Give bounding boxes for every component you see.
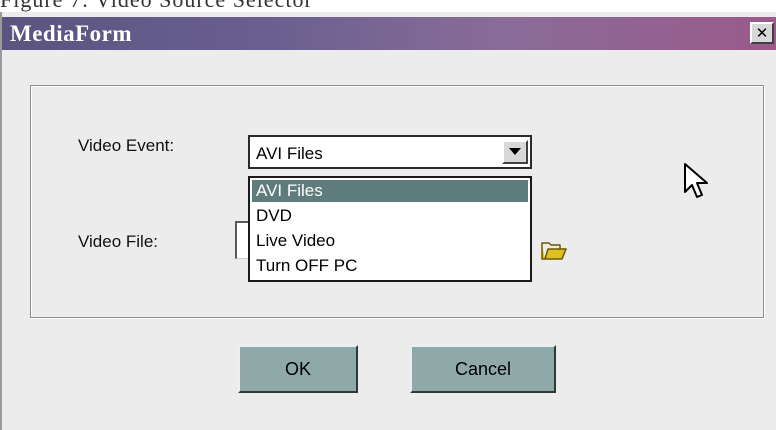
- mouse-pointer-icon: [684, 163, 708, 198]
- title-bar[interactable]: MediaForm ✕: [2, 17, 776, 50]
- figure-caption: Figure 7: Video Source Selector: [0, 0, 776, 12]
- video-event-combobox[interactable]: AVI Files: [248, 135, 532, 169]
- folder-open-icon[interactable]: [540, 240, 568, 262]
- video-event-selected-value: AVI Files: [256, 144, 323, 163]
- screenshot: Figure 7: Video Source Selector MediaFor…: [0, 0, 776, 430]
- dropdown-option-dvd[interactable]: DVD: [252, 205, 528, 227]
- chevron-down-icon: [509, 148, 521, 155]
- window-title: MediaForm: [10, 21, 133, 46]
- dropdown-option-live-video[interactable]: Live Video: [252, 230, 528, 252]
- media-form-window: MediaForm ✕ Video Event: Video File: AVI…: [0, 12, 776, 430]
- dropdown-arrow-button[interactable]: [502, 140, 528, 164]
- video-event-dropdown-list[interactable]: AVI Files DVD Live Video Turn OFF PC: [248, 176, 532, 282]
- cancel-button[interactable]: Cancel: [410, 345, 556, 393]
- close-button[interactable]: ✕: [750, 22, 774, 44]
- video-event-label: Video Event:: [78, 136, 175, 155]
- ok-button[interactable]: OK: [238, 345, 358, 393]
- close-icon: ✕: [755, 24, 769, 42]
- dropdown-option-avi-files[interactable]: AVI Files: [252, 180, 528, 202]
- video-file-label: Video File:: [78, 232, 159, 251]
- dropdown-option-turn-off-pc[interactable]: Turn OFF PC: [252, 255, 528, 277]
